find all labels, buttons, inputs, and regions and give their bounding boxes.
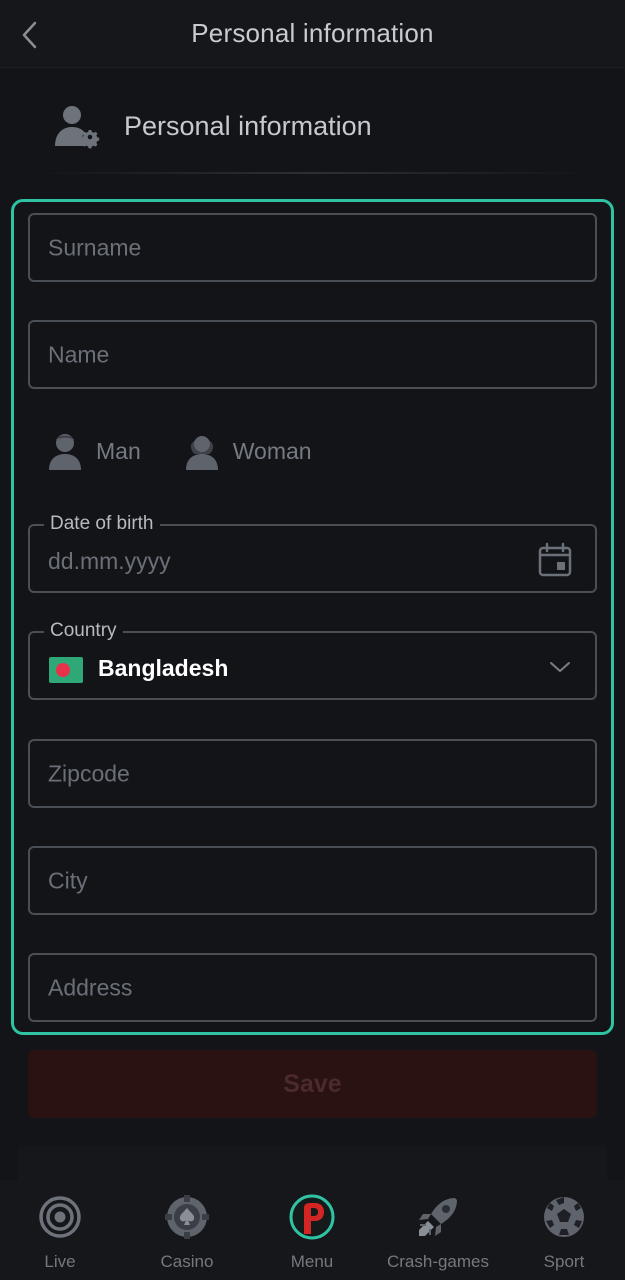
user-settings-icon <box>55 106 100 149</box>
nav-item-menu[interactable]: Menu <box>252 1194 372 1272</box>
name-placeholder: Name <box>48 341 110 367</box>
nav-item-casino[interactable]: Casino <box>127 1194 247 1272</box>
nav-label-menu: Menu <box>290 1252 334 1271</box>
gender-man-label: Man <box>96 437 141 464</box>
nav-label-sport: Sport <box>543 1252 585 1271</box>
address-placeholder: Address <box>48 974 133 1000</box>
date-of-birth-placeholder: dd.mm.yyyy <box>48 548 171 574</box>
date-of-birth-label: Date of birth <box>44 513 160 535</box>
nav-item-crash-games[interactable]: Crash-games <box>378 1194 498 1272</box>
zipcode-input[interactable]: Zipcode <box>28 739 597 808</box>
section-divider <box>36 172 589 174</box>
surname-placeholder: Surname <box>48 234 142 260</box>
country-value: Bangladesh <box>98 655 229 681</box>
man-avatar-icon <box>49 434 81 470</box>
menu-logo-icon <box>289 1194 335 1240</box>
country-label: Country <box>44 620 123 642</box>
nav-item-live[interactable]: Live <box>0 1194 120 1272</box>
nav-item-sport[interactable]: Sport <box>504 1194 624 1272</box>
city-input[interactable]: City <box>28 846 597 915</box>
city-placeholder: City <box>48 867 88 893</box>
chevron-down-icon <box>550 662 570 672</box>
woman-avatar-icon <box>185 436 218 470</box>
soccer-ball-icon <box>544 1197 584 1237</box>
gender-woman-label: Woman <box>232 437 312 464</box>
date-of-birth-input[interactable]: Date of birth dd.mm.yyyy <box>28 513 597 593</box>
gender-option-woman[interactable]: Woman <box>185 432 312 470</box>
nav-label-live: Live <box>44 1252 76 1271</box>
top-bar: Personal information <box>0 0 625 68</box>
address-input[interactable]: Address <box>28 953 597 1022</box>
gender-option-man[interactable]: Man <box>48 432 141 470</box>
section-heading: Personal information <box>52 102 372 150</box>
name-input[interactable]: Name <box>28 320 597 389</box>
save-button[interactable]: Save <box>28 1050 597 1118</box>
section-title: Personal information <box>124 110 372 141</box>
rocket-icon <box>419 1198 457 1236</box>
country-select[interactable]: Country Bangladesh <box>28 620 597 700</box>
bangladesh-flag-icon <box>49 657 83 683</box>
casino-chip-icon <box>165 1195 209 1239</box>
nav-label-crash-games: Crash-games <box>386 1252 490 1271</box>
calendar-icon[interactable] <box>537 542 573 578</box>
surname-input[interactable]: Surname <box>28 213 597 282</box>
page-title: Personal information <box>191 18 434 48</box>
gender-selector: Man Woman <box>48 430 356 472</box>
zipcode-placeholder: Zipcode <box>48 760 130 786</box>
nav-label-casino: Casino <box>160 1252 214 1271</box>
personal-info-screen: Personal information Personal informatio… <box>0 0 625 1280</box>
bottom-navigation: Live Casino Menu Crash-games Sport <box>0 1180 625 1280</box>
live-icon <box>39 1196 81 1238</box>
